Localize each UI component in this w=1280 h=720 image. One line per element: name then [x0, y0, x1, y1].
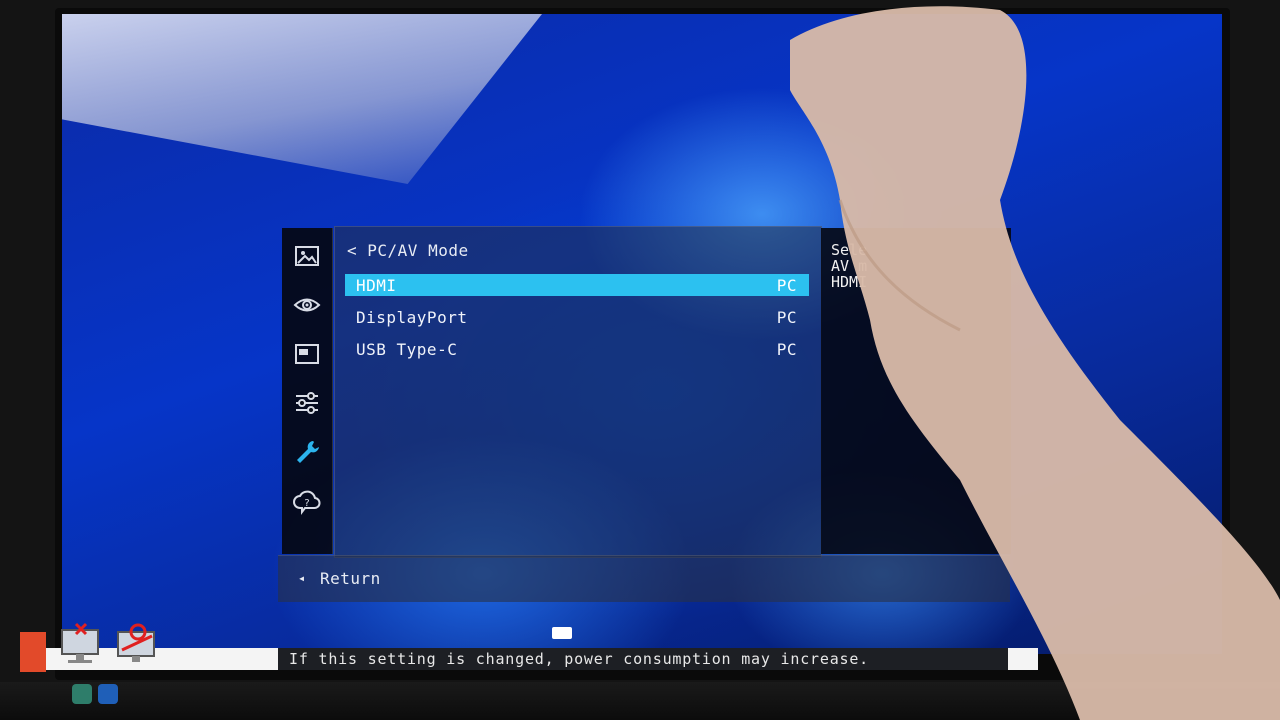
svg-text:?: ?	[304, 498, 309, 509]
monitor-power-icon	[117, 623, 155, 662]
return-button[interactable]: Return	[320, 569, 381, 588]
menu-item-label: HDMI	[356, 276, 397, 295]
notice-message: If this setting is changed, power consum…	[278, 648, 1008, 670]
menu-item-value: PC	[776, 340, 797, 359]
help-text-line: HDMI	[831, 273, 868, 291]
osd-sidebar: ?	[282, 228, 333, 554]
menu-item-label: USB Type-C	[356, 340, 458, 359]
window-icon[interactable]	[291, 338, 323, 370]
usb-indicator-icon	[552, 627, 572, 639]
monitor-error-icon	[61, 622, 99, 663]
return-arrow-icon: ◂	[298, 571, 306, 585]
menu-item-label: DisplayPort	[356, 308, 468, 327]
osd-menu-title[interactable]: < PC/AV Mode	[347, 241, 469, 260]
eye-care-icon	[72, 684, 92, 704]
menu-item-value: PC	[776, 308, 797, 327]
eye-icon[interactable]	[291, 289, 323, 321]
red-tab-marker	[20, 632, 46, 672]
help-text-line: AV m	[831, 257, 868, 275]
menu-item-value: PC	[776, 276, 797, 295]
menu-item-displayport[interactable]: DisplayPort PC	[345, 306, 809, 328]
screen-glare	[62, 14, 542, 184]
picture-icon[interactable]	[291, 240, 323, 272]
osd-menu-panel: < PC/AV Mode HDMI PC DisplayPort PC USB …	[334, 226, 822, 558]
wrench-icon[interactable]	[291, 436, 323, 468]
menu-item-usb-type-c[interactable]: USB Type-C PC	[345, 338, 809, 360]
menu-item-hdmi[interactable]: HDMI PC	[345, 274, 809, 296]
help-cloud-icon[interactable]: ?	[291, 485, 323, 517]
desk-surface	[0, 682, 1280, 720]
help-text-line: Sele	[831, 241, 868, 259]
osd-footer: ◂ Return	[278, 555, 1010, 602]
windows-icon	[98, 684, 118, 704]
osd-help-panel: Sele AV m HDMI	[821, 228, 1011, 554]
sliders-icon[interactable]	[291, 387, 323, 419]
